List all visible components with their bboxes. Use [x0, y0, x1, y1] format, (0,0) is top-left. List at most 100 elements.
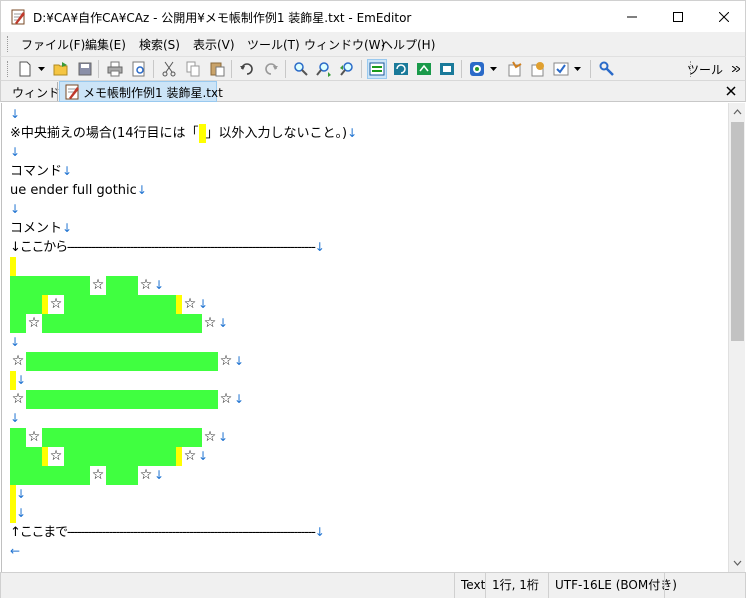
status-cursor-position[interactable]: 1行, 1桁: [485, 573, 545, 598]
menu-help[interactable]: ヘルプ(H): [381, 36, 435, 53]
config-button[interactable]: [528, 59, 548, 79]
editor-line: ↓: [10, 105, 20, 124]
star-glyph: ☆: [49, 296, 63, 312]
chevron-down-icon: [38, 67, 45, 71]
open-file-button[interactable]: [51, 59, 71, 79]
macro-dropdown[interactable]: [489, 59, 498, 79]
green-highlight: [42, 428, 202, 447]
select-all-button[interactable]: [437, 59, 457, 79]
menu-grip[interactable]: [7, 36, 10, 52]
find-next-button[interactable]: [314, 59, 334, 79]
paste-icon: [210, 62, 225, 77]
paste-button[interactable]: [207, 59, 227, 79]
newline-mark: ↓: [234, 392, 245, 406]
menu-tools[interactable]: ツール(T): [247, 36, 300, 53]
star-glyph: ☆: [49, 448, 63, 464]
star-glyph: ☆: [219, 391, 233, 407]
print-preview-button[interactable]: [129, 59, 149, 79]
macro-button[interactable]: [467, 59, 487, 79]
tool-icon: [599, 61, 614, 76]
toolbar: ツール: [0, 56, 746, 80]
newline-mark: ↓: [154, 468, 165, 482]
newline-mark: ↓: [314, 240, 325, 254]
print-button[interactable]: [105, 59, 125, 79]
editor-line: ←: [10, 542, 20, 561]
line-text: コメント: [10, 221, 63, 236]
line-text: ※中央揃えの場合(14行目には「: [10, 126, 199, 141]
tool-button[interactable]: [597, 59, 617, 79]
menu-window[interactable]: ウィンドウ(W): [304, 36, 385, 53]
line-text: 」以外入力しないこと。): [205, 126, 348, 141]
newline-mark: ↓: [218, 316, 229, 330]
scroll-down-arrow-icon[interactable]: [733, 558, 742, 567]
plugin-button[interactable]: [505, 59, 525, 79]
new-file-dropdown[interactable]: [37, 59, 46, 79]
new-file-icon: [19, 61, 31, 77]
green-highlight: [10, 447, 42, 466]
highlight-toggle-button[interactable]: [367, 59, 387, 79]
document-icon: [65, 84, 79, 100]
newline-mark: ↓: [234, 354, 245, 368]
replace-all-button[interactable]: [414, 59, 434, 79]
emeditor-app-icon[interactable]: [10, 9, 26, 25]
menu-search[interactable]: 検索(S): [139, 36, 180, 53]
newline-mark: ↓: [154, 278, 165, 292]
text-editor[interactable]: ↓ ※中央揃えの場合(14行目には「 」以外入力しないこと。)↓ ↓ コマンド↓ …: [1, 103, 728, 572]
tab-label: メモ帳制作例1 装飾星.txt: [83, 86, 223, 100]
minimize-button[interactable]: [609, 1, 655, 32]
close-button[interactable]: [701, 1, 746, 32]
cut-button[interactable]: [159, 59, 179, 79]
tool-toolbar-label[interactable]: ツール: [687, 61, 723, 78]
newline-mark: ↓: [10, 335, 21, 349]
toolbar-separator: [361, 60, 362, 78]
scrollbar-thumb[interactable]: [731, 122, 744, 341]
redo-button[interactable]: [261, 59, 281, 79]
undo-button[interactable]: [237, 59, 257, 79]
star-glyph: ☆: [27, 429, 41, 445]
tab-active-document[interactable]: メモ帳制作例1 装飾星.txt: [59, 81, 223, 102]
customize-icon: [553, 62, 569, 76]
green-highlight: [64, 447, 176, 466]
green-highlight: [10, 466, 90, 485]
vertical-scrollbar[interactable]: [728, 103, 745, 572]
editor-line: ↑ここまで-----------------------------------…: [10, 523, 325, 542]
select-all-icon: [440, 63, 454, 75]
status-encoding[interactable]: UTF-16LE (BOM付き): [548, 573, 683, 598]
editor-line: ☆ ☆ ↓: [10, 295, 208, 314]
maximize-button[interactable]: [655, 1, 701, 32]
new-file-button[interactable]: [15, 59, 35, 79]
star-glyph: ☆: [183, 296, 197, 312]
editor-line: ☆ ☆ ↓: [10, 466, 164, 485]
menu-file[interactable]: ファイル(F): [21, 36, 85, 53]
green-highlight: [42, 314, 202, 333]
star-glyph: ☆: [139, 467, 153, 483]
newline-mark: ↓: [10, 411, 21, 425]
customize-dropdown[interactable]: [573, 59, 582, 79]
newline-mark: ↓: [62, 164, 73, 178]
newline-mark: ↓: [10, 107, 21, 121]
title-bar: D:¥CA¥自作CA¥CAz - 公開用¥メモ帳制作例1 装飾星.txt - E…: [0, 0, 746, 32]
newline-mark: ↓: [314, 525, 325, 539]
config-icon: [531, 62, 544, 77]
editor-line: ☆ ☆ ↓: [10, 447, 208, 466]
toolbar-overflow-icon[interactable]: [732, 66, 740, 72]
star-glyph: ☆: [203, 315, 217, 331]
customize-button[interactable]: [551, 59, 571, 79]
scroll-up-arrow-icon[interactable]: [733, 108, 742, 117]
line-text: コマンド: [10, 164, 63, 179]
star-glyph: ☆: [11, 353, 25, 369]
close-tab-icon[interactable]: [725, 84, 737, 98]
star-glyph: ☆: [219, 353, 233, 369]
replace-button[interactable]: [391, 59, 411, 79]
newline-mark: ↓: [198, 297, 209, 311]
find-button[interactable]: [291, 59, 311, 79]
tab-separator: [57, 82, 58, 101]
copy-button[interactable]: [183, 59, 203, 79]
menu-edit[interactable]: 編集(E): [85, 36, 126, 53]
toolbar-grip[interactable]: [7, 61, 10, 77]
menu-view[interactable]: 表示(V): [193, 36, 235, 53]
save-button[interactable]: [75, 59, 95, 79]
eof-mark: ←: [10, 544, 21, 558]
editor-line: コマンド↓: [10, 162, 72, 181]
find-previous-button[interactable]: [337, 59, 357, 79]
